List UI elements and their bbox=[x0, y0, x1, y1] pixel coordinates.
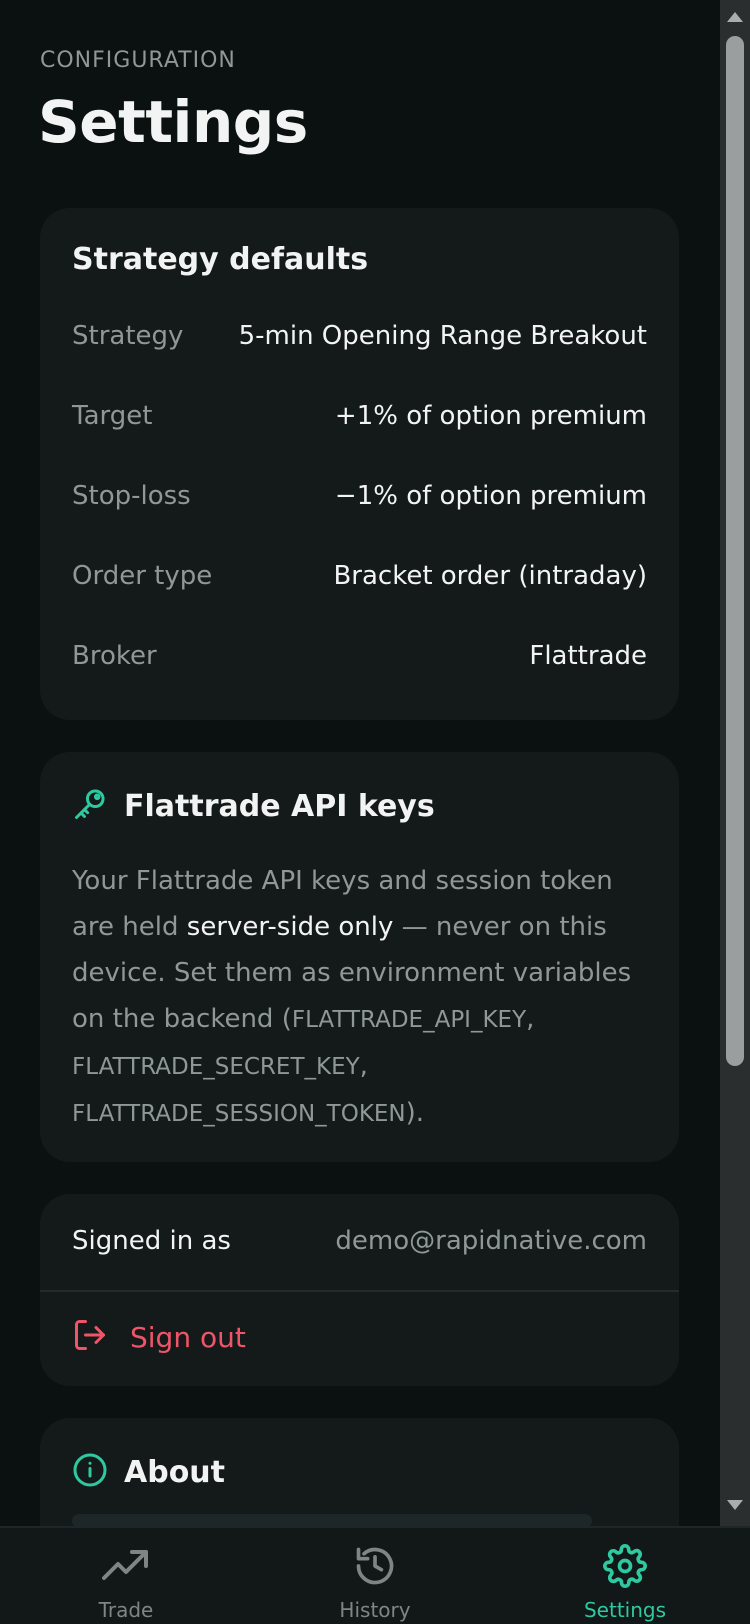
env-var-api-key: FLATTRADE_API_KEY bbox=[291, 1007, 527, 1033]
strategy-defaults-card: Strategy defaults Strategy 5-min Opening… bbox=[40, 208, 679, 720]
account-card: Signed in as demo@rapidnative.com Sign o… bbox=[40, 1194, 679, 1386]
api-keys-description: Your Flattrade API keys and session toke… bbox=[72, 858, 645, 1137]
about-card: About bbox=[40, 1418, 679, 1526]
api-keys-header: Flattrade API keys bbox=[72, 786, 435, 826]
gear-icon bbox=[603, 1544, 647, 1588]
stop-loss-label: Stop-loss bbox=[72, 481, 191, 511]
page-eyebrow: CONFIGURATION bbox=[40, 48, 236, 73]
order-type-value: Bracket order (intraday) bbox=[333, 561, 647, 591]
scroll-up-arrow-icon[interactable] bbox=[727, 12, 743, 22]
info-icon bbox=[72, 1452, 108, 1492]
strategy-defaults-title: Strategy defaults bbox=[72, 242, 369, 277]
order-type-label: Order type bbox=[72, 561, 213, 591]
tab-history-label: History bbox=[339, 1598, 411, 1622]
about-text-cutoff bbox=[72, 1514, 592, 1526]
account-email: demo@rapidnative.com bbox=[335, 1226, 647, 1256]
sign-out-button[interactable]: Sign out bbox=[72, 1312, 246, 1362]
sign-out-icon bbox=[72, 1317, 108, 1357]
tab-settings[interactable]: Settings bbox=[525, 1528, 725, 1624]
separator: , bbox=[359, 1051, 368, 1081]
target-label: Target bbox=[72, 401, 153, 431]
broker-row: Broker Flattrade bbox=[72, 636, 647, 676]
api-keys-card: Flattrade API keys Your Flattrade API ke… bbox=[40, 752, 679, 1162]
stop-loss-value: −1% of option premium bbox=[334, 481, 647, 511]
api-keys-title: Flattrade API keys bbox=[124, 788, 435, 824]
broker-value: Flattrade bbox=[529, 641, 647, 671]
key-icon bbox=[72, 786, 108, 826]
env-var-secret-key: FLATTRADE_SECRET_KEY bbox=[72, 1054, 360, 1080]
env-var-session-token: FLATTRADE_SESSION_TOKEN bbox=[72, 1101, 406, 1127]
scroll-down-arrow-icon[interactable] bbox=[727, 1500, 743, 1510]
broker-label: Broker bbox=[72, 641, 157, 671]
signed-in-row: Signed in as demo@rapidnative.com bbox=[72, 1218, 647, 1264]
tab-settings-label: Settings bbox=[583, 1598, 667, 1622]
server-side-highlight: server-side only bbox=[186, 912, 394, 942]
order-type-row: Order type Bracket order (intraday) bbox=[72, 556, 647, 596]
tab-history[interactable]: History bbox=[275, 1528, 475, 1624]
stop-loss-row: Stop-loss −1% of option premium bbox=[72, 476, 647, 516]
scroll-thumb[interactable] bbox=[726, 36, 744, 1066]
target-value: +1% of option premium bbox=[334, 401, 647, 431]
strategy-value: 5-min Opening Range Breakout bbox=[238, 321, 647, 351]
tab-trade[interactable]: Trade bbox=[26, 1528, 226, 1624]
bottom-tab-bar: Trade History Settings bbox=[0, 1526, 750, 1624]
history-icon bbox=[353, 1544, 397, 1588]
separator: , bbox=[526, 1004, 535, 1034]
signed-in-label: Signed in as bbox=[72, 1226, 231, 1256]
strategy-row: Strategy 5-min Opening Range Breakout bbox=[72, 316, 647, 356]
description-end: ). bbox=[405, 1098, 425, 1128]
trending-up-icon bbox=[102, 1544, 150, 1588]
sign-out-label: Sign out bbox=[130, 1320, 246, 1354]
about-header: About bbox=[72, 1452, 225, 1492]
scroll-content[interactable]: CONFIGURATION Settings Strategy defaults… bbox=[0, 0, 720, 1526]
scrollbar[interactable] bbox=[720, 0, 750, 1526]
strategy-label: Strategy bbox=[72, 321, 184, 351]
settings-screen: CONFIGURATION Settings Strategy defaults… bbox=[0, 0, 750, 1624]
tab-trade-label: Trade bbox=[98, 1598, 154, 1622]
page-title: Settings bbox=[38, 88, 308, 156]
about-title: About bbox=[124, 1454, 226, 1490]
target-row: Target +1% of option premium bbox=[72, 396, 647, 436]
divider bbox=[40, 1290, 679, 1292]
